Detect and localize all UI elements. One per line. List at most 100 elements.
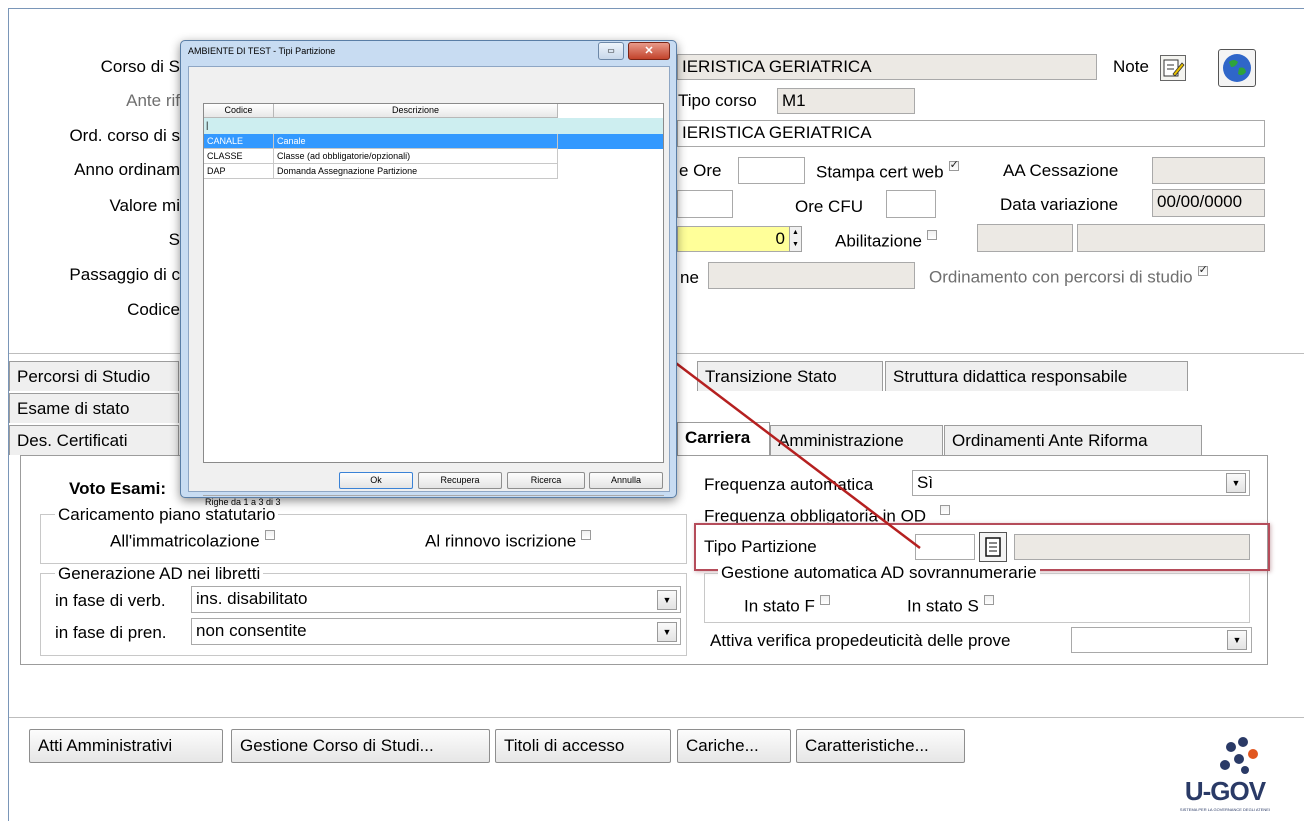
data-variazione-label: Data variazione bbox=[1000, 195, 1119, 214]
freq-auto-dropdown-button[interactable]: ▼ bbox=[1226, 473, 1246, 493]
valore-label: Valore mi bbox=[109, 196, 180, 215]
tipo-corso-label: Tipo corso bbox=[678, 91, 757, 110]
tipo-partizione-field[interactable] bbox=[915, 534, 975, 560]
tab-transizione-stato[interactable]: Transizione Stato bbox=[697, 361, 883, 391]
immatricolazione-checkbox[interactable] bbox=[264, 530, 275, 540]
ore-cfu-field[interactable] bbox=[886, 190, 936, 218]
tab-amministrazione[interactable]: Amministrazione bbox=[770, 425, 943, 455]
restore-icon[interactable]: ▭ bbox=[598, 42, 624, 60]
col-header-codice[interactable]: Codice bbox=[204, 104, 274, 118]
freq-obbl-checkbox[interactable] bbox=[940, 505, 951, 515]
table-row[interactable]: CLASSE Classe (ad obbligatorie/opzionali… bbox=[204, 149, 558, 164]
pren-label: in fase di pren. bbox=[55, 623, 167, 642]
codice-label: Codice bbox=[127, 300, 180, 319]
ore-field[interactable] bbox=[738, 157, 805, 184]
ne-field[interactable] bbox=[708, 262, 915, 289]
tipo-partizione-list-icon[interactable] bbox=[979, 532, 1007, 562]
table-row[interactable]: CANALE Canale bbox=[204, 134, 663, 149]
cariche-button[interactable]: Cariche... bbox=[677, 729, 791, 763]
stampa-checkbox[interactable] bbox=[948, 158, 959, 171]
ore-cfu-label: Ore CFU bbox=[795, 197, 863, 216]
immatricolazione-text: All'immatricolazione bbox=[110, 531, 260, 551]
tipo-corso-field[interactable]: M1 bbox=[777, 88, 915, 114]
row-descrizione: Canale bbox=[274, 134, 558, 149]
note-edit-icon[interactable] bbox=[1160, 55, 1186, 81]
abilitazione-text: Abilitazione bbox=[835, 231, 922, 251]
caratteristiche-button[interactable]: Caratteristiche... bbox=[796, 729, 965, 763]
abilitazione-checkbox[interactable] bbox=[926, 230, 937, 240]
stampa-label: Stampa cert web bbox=[816, 158, 959, 183]
spin-buttons[interactable]: ▲ ▼ bbox=[789, 226, 802, 252]
tab-percorsi-di-studio[interactable]: Percorsi di Studio bbox=[9, 361, 179, 391]
tipo-partizione-label: Tipo Partizione bbox=[704, 537, 817, 556]
dialog-body: Codice Descrizione | CANALE Canale CLASS… bbox=[188, 66, 670, 507]
ugov-logo: U-GOV SISTEMA PER LA GOVERNANCE DEGLI AT… bbox=[1175, 732, 1275, 818]
verb-label: in fase di verb. bbox=[55, 591, 166, 610]
atti-amministrativi-button[interactable]: Atti Amministrativi bbox=[29, 729, 223, 763]
close-icon[interactable]: ✕ bbox=[628, 42, 670, 60]
stato-f-checkbox[interactable] bbox=[819, 595, 830, 605]
ord-percorsi-text: Ordinamento con percorsi di studio bbox=[929, 267, 1193, 287]
s-label: S bbox=[168, 230, 180, 249]
passaggio-label: Passaggio di c bbox=[69, 265, 180, 284]
corso-label: Corso di S bbox=[100, 57, 180, 76]
dialog-status-text: Righe da 1 a 3 di 3 bbox=[205, 497, 281, 507]
annulla-button[interactable]: Annulla bbox=[589, 472, 663, 489]
ugov-logo-text: U-GOV bbox=[1184, 776, 1266, 806]
tab-ordinamenti-ante-riforma[interactable]: Ordinamenti Ante Riforma bbox=[944, 425, 1202, 455]
stato-s-label: In stato S bbox=[907, 595, 994, 617]
aa-field[interactable] bbox=[1152, 157, 1265, 184]
ricerca-button[interactable]: Ricerca bbox=[507, 472, 585, 489]
recupera-button[interactable]: Recupera bbox=[418, 472, 502, 489]
col-header-descrizione[interactable]: Descrizione bbox=[274, 104, 558, 118]
generazione-title: Generazione AD nei libretti bbox=[55, 564, 264, 584]
partizioni-grid: Codice Descrizione | CANALE Canale CLASS… bbox=[203, 103, 664, 463]
stato-s-checkbox[interactable] bbox=[983, 595, 994, 605]
valore-field[interactable] bbox=[677, 190, 733, 218]
titoli-accesso-button[interactable]: Titoli di accesso bbox=[495, 729, 671, 763]
attiva-label: Attiva verifica propedeuticità delle pro… bbox=[710, 631, 1011, 650]
freq-auto-label: Frequenza automatica bbox=[704, 475, 874, 494]
ne-label: ne bbox=[680, 268, 699, 287]
ord-percorsi-label: Ordinamento con percorsi di studio bbox=[929, 263, 1208, 288]
spin-field[interactable]: 0 bbox=[677, 226, 790, 252]
rinnovo-label: Al rinnovo iscrizione bbox=[425, 530, 592, 552]
table-row[interactable]: DAP Domanda Assegnazione Partizione bbox=[204, 164, 558, 179]
abilitazione-field-1[interactable] bbox=[977, 224, 1073, 252]
verb-select[interactable]: ins. disabilitato bbox=[191, 586, 681, 613]
stato-f-text: In stato F bbox=[744, 596, 815, 616]
tab-struttura-didattica[interactable]: Struttura didattica responsabile bbox=[885, 361, 1188, 391]
tab-esame-di-stato[interactable]: Esame di stato bbox=[9, 393, 179, 423]
gestione-title: Gestione automatica AD sovrannumerarie bbox=[718, 563, 1040, 583]
ugov-logo-mark-icon bbox=[1220, 737, 1258, 774]
ord-percorsi-checkbox[interactable] bbox=[1197, 263, 1208, 276]
verb-dropdown-button[interactable]: ▼ bbox=[657, 590, 677, 610]
stato-f-label: In stato F bbox=[744, 595, 830, 617]
abilitazione-label: Abilitazione bbox=[835, 230, 937, 252]
rinnovo-checkbox[interactable] bbox=[581, 530, 592, 540]
gestione-corso-button[interactable]: Gestione Corso di Studi... bbox=[231, 729, 490, 763]
tipi-partizione-dialog: AMBIENTE DI TEST - Tipi Partizione ▭ ✕ C… bbox=[180, 40, 677, 507]
aa-label: AA Cessazione bbox=[1003, 161, 1119, 180]
attiva-dropdown-button[interactable]: ▼ bbox=[1227, 630, 1247, 650]
row-codice: CLASSE bbox=[204, 149, 274, 164]
tab-des-certificati[interactable]: Des. Certificati bbox=[9, 425, 179, 455]
pren-select[interactable]: non consentite bbox=[191, 618, 681, 645]
tipo-partizione-desc-field[interactable] bbox=[1014, 534, 1250, 560]
ok-button[interactable]: Ok bbox=[339, 472, 413, 489]
filter-row[interactable]: | bbox=[204, 118, 663, 134]
corso-field[interactable]: IERISTICA GERIATRICA bbox=[677, 54, 1097, 80]
abilitazione-field-2[interactable] bbox=[1077, 224, 1265, 252]
pren-dropdown-button[interactable]: ▼ bbox=[657, 622, 677, 642]
tab-carriera[interactable]: Carriera bbox=[677, 422, 770, 456]
ord-corso-field[interactable]: IERISTICA GERIATRICA bbox=[677, 120, 1265, 147]
data-variazione-field[interactable]: 00/00/0000 bbox=[1152, 189, 1265, 217]
row-descrizione: Domanda Assegnazione Partizione bbox=[274, 164, 558, 179]
ante-label: Ante rif bbox=[126, 91, 180, 110]
ugov-logo-subtitle: SISTEMA PER LA GOVERNANCE DEGLI ATENEI bbox=[1179, 807, 1271, 812]
bottom-separator bbox=[9, 717, 1304, 718]
globe-icon[interactable] bbox=[1218, 49, 1256, 87]
attiva-select[interactable] bbox=[1071, 627, 1252, 653]
freq-auto-select[interactable]: Sì bbox=[912, 470, 1250, 496]
anno-label: Anno ordinam bbox=[74, 160, 180, 179]
